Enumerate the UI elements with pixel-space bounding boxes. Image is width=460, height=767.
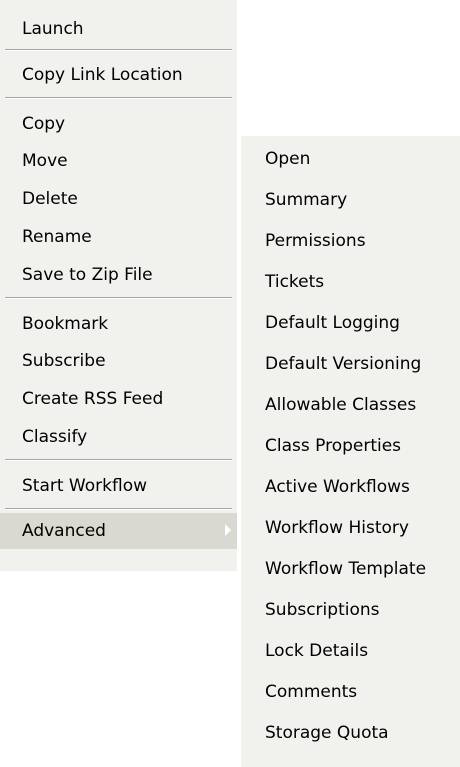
submenu-item-workflow-template[interactable]: Workflow Template <box>241 551 460 587</box>
submenu-item-comments[interactable]: Comments <box>241 674 460 710</box>
menu-separator <box>5 508 232 510</box>
context-menu: Launch Copy Link Location Copy Move Dele… <box>0 0 237 571</box>
menu-item-launch[interactable]: Launch <box>0 11 237 47</box>
advanced-submenu: Open Summary Permissions Tickets Default… <box>241 136 460 767</box>
submenu-item-tickets[interactable]: Tickets <box>241 264 460 300</box>
menu-item-rename[interactable]: Rename <box>0 219 237 255</box>
menu-item-copy-link-location[interactable]: Copy Link Location <box>0 57 237 93</box>
submenu-item-class-properties[interactable]: Class Properties <box>241 428 460 464</box>
menu-separator <box>5 297 232 299</box>
chevron-right-icon <box>225 524 231 536</box>
menu-separator <box>5 459 232 461</box>
menu-item-save-to-zip-file[interactable]: Save to Zip File <box>0 257 237 293</box>
menu-item-label: Advanced <box>22 521 106 541</box>
menu-item-advanced[interactable]: Advanced <box>0 513 237 549</box>
menu-item-copy[interactable]: Copy <box>0 106 237 142</box>
submenu-item-subscriptions[interactable]: Subscriptions <box>241 592 460 628</box>
submenu-item-open[interactable]: Open <box>241 141 460 177</box>
menu-item-classify[interactable]: Classify <box>0 419 237 455</box>
submenu-item-permissions[interactable]: Permissions <box>241 223 460 259</box>
menu-separator <box>5 97 232 99</box>
submenu-item-default-versioning[interactable]: Default Versioning <box>241 346 460 382</box>
menu-item-delete[interactable]: Delete <box>0 181 237 217</box>
submenu-item-storage-quota[interactable]: Storage Quota <box>241 715 460 751</box>
submenu-item-workflow-history[interactable]: Workflow History <box>241 510 460 546</box>
submenu-item-allowable-classes[interactable]: Allowable Classes <box>241 387 460 423</box>
submenu-item-summary[interactable]: Summary <box>241 182 460 218</box>
submenu-item-default-logging[interactable]: Default Logging <box>241 305 460 341</box>
menu-separator <box>5 49 232 51</box>
submenu-item-lock-details[interactable]: Lock Details <box>241 633 460 669</box>
menu-item-bookmark[interactable]: Bookmark <box>0 306 237 342</box>
menu-item-move[interactable]: Move <box>0 143 237 179</box>
submenu-item-active-workflows[interactable]: Active Workflows <box>241 469 460 505</box>
menu-item-start-workflow[interactable]: Start Workflow <box>0 468 237 504</box>
menu-item-subscribe[interactable]: Subscribe <box>0 343 237 379</box>
menu-item-create-rss-feed[interactable]: Create RSS Feed <box>0 381 237 417</box>
